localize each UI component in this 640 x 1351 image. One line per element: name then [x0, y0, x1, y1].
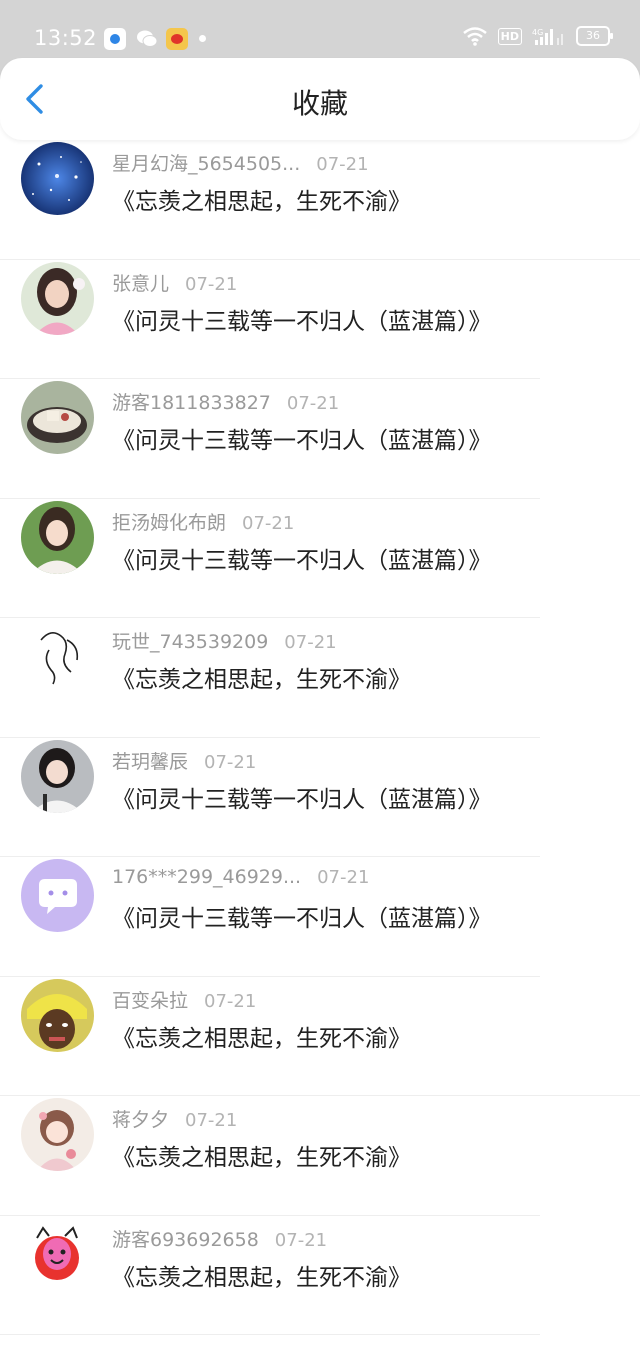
list-item[interactable]: 拒汤姆化布朗 07-21 《问灵十三载等一不归人（蓝湛篇）》: [0, 499, 640, 618]
divider: [0, 1334, 540, 1335]
list-item[interactable]: 176***299_46929... 07-21 《问灵十三载等一不归人（蓝湛篇）…: [0, 857, 640, 977]
avatar[interactable]: [21, 620, 94, 693]
username[interactable]: 176***299_46929...: [112, 866, 301, 888]
wechat-icon: [136, 28, 158, 50]
status-time: 13:52: [34, 26, 98, 50]
favorites-list: 星月幻海_5654505... 07-21 《忘羡之相思起，生死不渝》 张意儿 07…: [0, 140, 640, 1335]
avatar[interactable]: [21, 978, 94, 1052]
story-title[interactable]: 《忘羡之相思起，生死不渝》: [112, 182, 411, 216]
svg-text:4G: 4G: [532, 28, 543, 37]
story-title[interactable]: 《忘羡之相思起，生死不渝》: [112, 1258, 411, 1292]
header-bar: 收藏: [0, 58, 640, 140]
date: 07-21: [284, 632, 337, 653]
username[interactable]: 蒋夕夕: [112, 1109, 169, 1131]
avatar[interactable]: [21, 261, 94, 335]
avatar[interactable]: [21, 500, 94, 574]
username[interactable]: 星月幻海_5654505...: [112, 153, 300, 175]
username[interactable]: 玩世_743539209: [112, 631, 268, 653]
signal-icon: 4G: [532, 28, 563, 45]
story-title[interactable]: 《问灵十三载等一不归人（蓝湛篇）》: [112, 899, 492, 933]
weibo-icon: [166, 28, 188, 50]
app-notification-icon: [104, 28, 126, 50]
username[interactable]: 游客1811833827: [112, 392, 271, 414]
username[interactable]: 百变朵拉: [112, 990, 188, 1012]
story-title[interactable]: 《忘羡之相思起，生死不渝》: [112, 660, 411, 694]
story-title[interactable]: 《问灵十三载等一不归人（蓝湛篇）》: [112, 302, 492, 336]
story-title[interactable]: 《问灵十三载等一不归人（蓝湛篇）》: [112, 780, 492, 814]
page-title: 收藏: [291, 87, 348, 120]
story-title[interactable]: 《忘羡之相思起，生死不渝》: [112, 1019, 411, 1053]
list-item[interactable]: 蒋夕夕 07-21 《忘羡之相思起，生死不渝》: [0, 1096, 640, 1216]
story-title[interactable]: 《忘羡之相思起，生死不渝》: [112, 1138, 411, 1172]
date: 07-21: [204, 990, 257, 1012]
username[interactable]: 张意儿: [112, 273, 169, 295]
list-item[interactable]: 星月幻海_5654505... 07-21 《忘羡之相思起，生死不渝》: [0, 140, 640, 260]
date: 07-21: [242, 512, 295, 534]
date: 07-21: [317, 867, 370, 888]
date: 07-21: [286, 393, 340, 414]
list-item[interactable]: 张意儿 07-21 《问灵十三载等一不归人（蓝湛篇）》: [0, 260, 640, 379]
date: 07-21: [185, 273, 238, 295]
list-item[interactable]: 游客1811833827 07-21 《问灵十三载等一不归人（蓝湛篇）》: [0, 379, 640, 499]
avatar[interactable]: [21, 1217, 94, 1291]
battery-icon: 36: [576, 26, 613, 46]
avatar[interactable]: [21, 739, 94, 813]
username[interactable]: 若玥馨辰: [112, 751, 188, 773]
date: 07-21: [316, 154, 369, 175]
story-title[interactable]: 《问灵十三载等一不归人（蓝湛篇）》: [112, 421, 492, 455]
username[interactable]: 拒汤姆化布朗: [112, 512, 226, 534]
date: 07-21: [185, 1110, 238, 1131]
story-title[interactable]: 《问灵十三载等一不归人（蓝湛篇）》: [112, 541, 492, 575]
list-item[interactable]: 百变朵拉 07-21 《忘羡之相思起，生死不渝》: [0, 977, 640, 1096]
date: 07-21: [274, 1229, 328, 1251]
list-item[interactable]: 玩世_743539209 07-21 《忘羡之相思起，生死不渝》: [0, 618, 640, 738]
avatar[interactable]: [21, 1098, 94, 1171]
avatar[interactable]: [21, 381, 94, 454]
more-notifications-dot: [199, 35, 206, 42]
wifi-icon: [462, 27, 487, 46]
date: 07-21: [204, 751, 257, 773]
list-item[interactable]: 若玥馨辰 07-21 《问灵十三载等一不归人（蓝湛篇）》: [0, 738, 640, 857]
avatar[interactable]: [21, 859, 94, 932]
hd-badge: HD: [497, 27, 522, 45]
list-item[interactable]: 游客693692658 07-21 《忘羡之相思起，生死不渝》: [0, 1216, 640, 1335]
username[interactable]: 游客693692658: [112, 1229, 259, 1251]
avatar[interactable]: [21, 142, 94, 215]
